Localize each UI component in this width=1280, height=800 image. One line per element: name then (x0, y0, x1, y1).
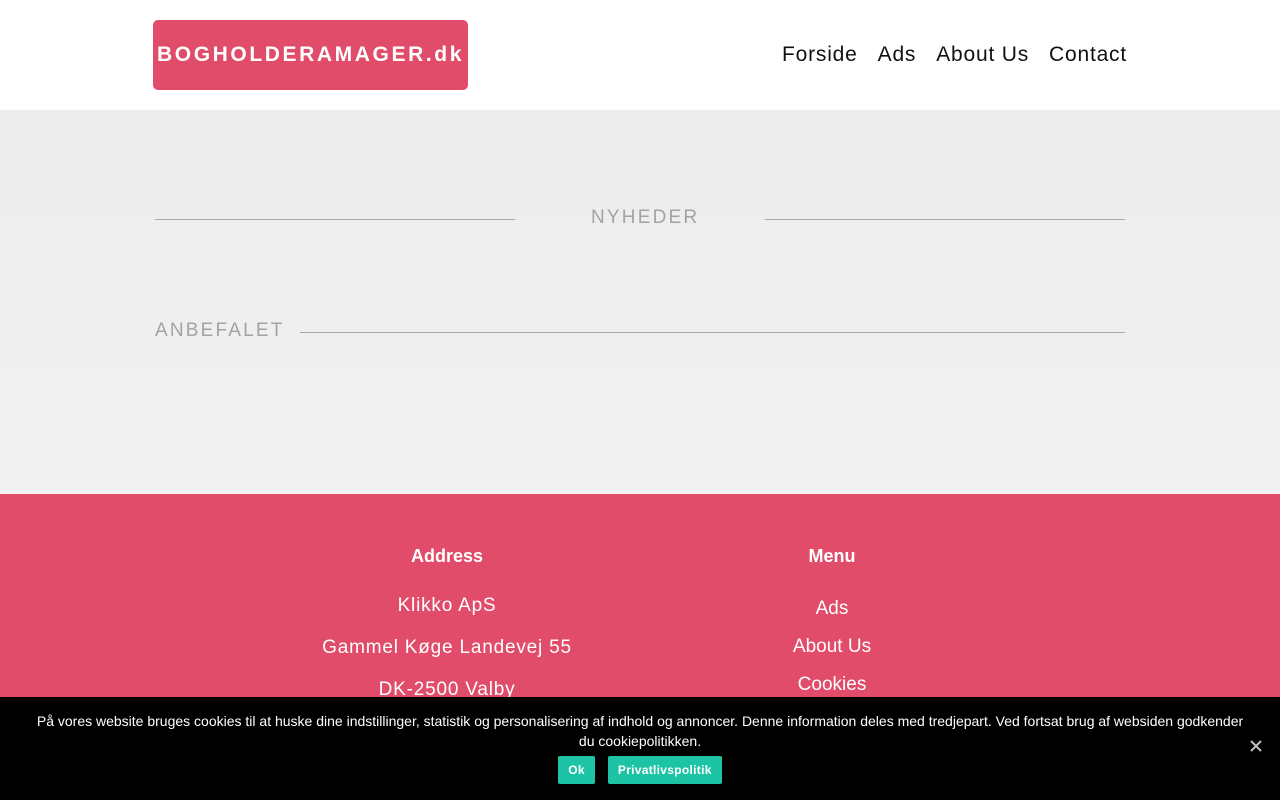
cookie-ok-button[interactable]: Ok (558, 756, 595, 784)
footer-link-ads[interactable]: Ads (732, 597, 932, 621)
nav-link-contact[interactable]: Contact (1049, 38, 1127, 72)
recommended-divider (300, 332, 1125, 333)
footer-address-heading: Address (410, 546, 484, 566)
footer-menu-heading: Menu (808, 546, 856, 566)
close-icon[interactable] (1248, 738, 1264, 754)
cookie-buttons: Ok Privatlivspolitik (0, 756, 1280, 784)
nav-link-forside[interactable]: Forside (782, 38, 858, 72)
footer-link-cookies[interactable]: Cookies (732, 673, 932, 697)
nav-link-about-us[interactable]: About Us (936, 38, 1029, 72)
page: BOGHOLDERAMAGER.dk Forside Ads About Us … (0, 0, 1280, 800)
main-content: NYHEDER ANBEFALET (0, 110, 1280, 494)
section-title-recommended: ANBEFALET (155, 320, 285, 341)
news-divider-right (765, 219, 1125, 220)
nav-link-ads[interactable]: Ads (878, 38, 917, 72)
close-icon-glyph (1250, 740, 1262, 752)
main-nav: Forside Ads About Us Contact (782, 38, 1127, 72)
address-line-company: Klikko ApS (397, 595, 497, 616)
cookie-banner: På vores website bruges cookies til at h… (0, 697, 1280, 800)
site-logo[interactable]: BOGHOLDERAMAGER.dk (153, 20, 468, 90)
news-divider-left (155, 219, 515, 220)
footer-link-about-us[interactable]: About Us (732, 635, 932, 659)
cookie-notice-text: På vores website bruges cookies til at h… (36, 713, 1244, 749)
privacy-policy-button[interactable]: Privatlivspolitik (607, 756, 722, 784)
address-line-street: Gammel Køge Landevej 55 (322, 637, 572, 658)
section-title-news: NYHEDER (591, 207, 700, 228)
site-header: BOGHOLDERAMAGER.dk Forside Ads About Us … (0, 0, 1280, 110)
